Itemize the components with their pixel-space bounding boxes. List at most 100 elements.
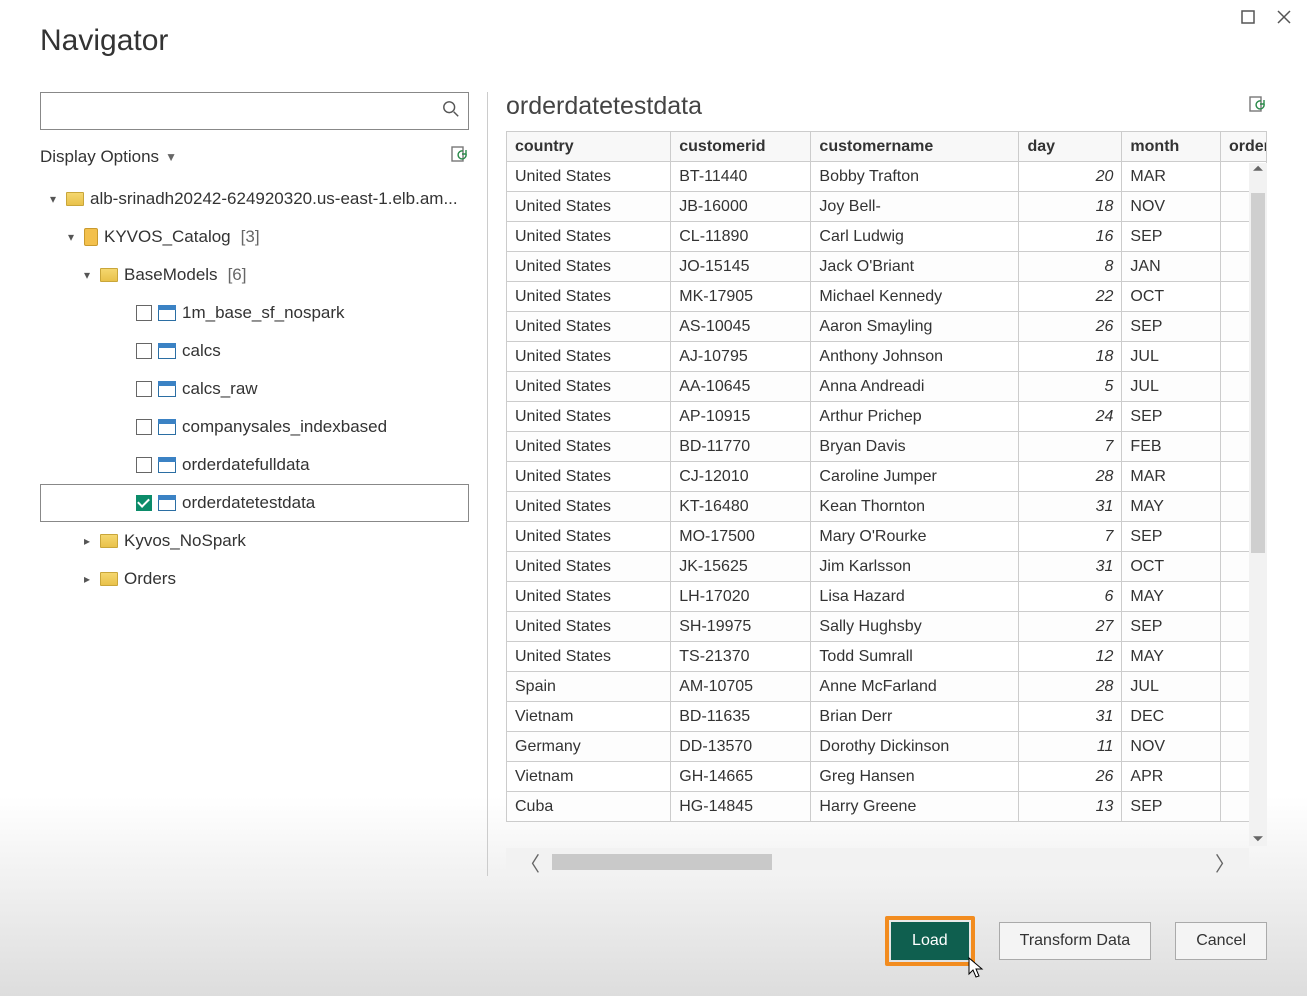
table-row[interactable]: CubaHG-14845Harry Greene13SEP xyxy=(507,792,1267,822)
table-row[interactable]: United StatesLH-17020Lisa Hazard6MAY xyxy=(507,582,1267,612)
table-row[interactable]: VietnamBD-11635Brian Derr31DEC xyxy=(507,702,1267,732)
cell-country: Germany xyxy=(507,732,671,762)
table-row[interactable]: United StatesJO-15145Jack O'Briant8JAN xyxy=(507,252,1267,282)
dialog-footer: Load Transform Data Cancel xyxy=(885,916,1267,966)
tree-leaf-label: calcs xyxy=(182,341,221,361)
horizontal-scrollbar[interactable]: 〈 〉 xyxy=(506,848,1249,876)
cell-country: United States xyxy=(507,462,671,492)
search-icon[interactable] xyxy=(442,100,460,122)
checkbox[interactable] xyxy=(136,495,152,511)
collapse-icon[interactable]: ▾ xyxy=(46,192,60,206)
cell-month: APR xyxy=(1122,762,1221,792)
table-row[interactable]: United StatesJB-16000Joy Bell-18NOV xyxy=(507,192,1267,222)
horizontal-scroll-thumb[interactable] xyxy=(552,854,772,870)
close-icon[interactable] xyxy=(1275,8,1293,26)
display-options-dropdown[interactable]: Display Options ▼ xyxy=(40,147,177,167)
tree-node-catalog[interactable]: ▾ KYVOS_Catalog [3] xyxy=(40,218,469,256)
refresh-tree-icon[interactable] xyxy=(449,145,469,169)
table-row[interactable]: GermanyDD-13570Dorothy Dickinson11NOV xyxy=(507,732,1267,762)
cell-customerid: AS-10045 xyxy=(671,312,811,342)
tree-leaf-table[interactable]: 1m_base_sf_nospark xyxy=(40,294,469,332)
cell-country: United States xyxy=(507,612,671,642)
tree-node-connection[interactable]: ▾ alb-srinadh20242-624920320.us-east-1.e… xyxy=(40,180,469,218)
column-header[interactable]: customerid xyxy=(671,132,811,162)
table-row[interactable]: United StatesCL-11890Carl Ludwig16SEP xyxy=(507,222,1267,252)
expand-icon[interactable]: ▸ xyxy=(80,534,94,548)
tree-leaf-table[interactable]: orderdatetestdata xyxy=(40,484,469,522)
load-button-highlight: Load xyxy=(885,916,975,966)
table-row[interactable]: United StatesJK-15625Jim Karlsson31OCT xyxy=(507,552,1267,582)
table-row[interactable]: United StatesBT-11440Bobby Trafton20MAR xyxy=(507,162,1267,192)
collapse-icon[interactable]: ▾ xyxy=(64,230,78,244)
table-row[interactable]: United StatesMK-17905Michael Kennedy22OC… xyxy=(507,282,1267,312)
maximize-icon[interactable] xyxy=(1239,8,1257,26)
cell-day: 26 xyxy=(1019,312,1122,342)
tree-node-basemodels[interactable]: ▾ BaseModels [6] xyxy=(40,256,469,294)
cell-customername: Michael Kennedy xyxy=(811,282,1019,312)
checkbox[interactable] xyxy=(136,381,152,397)
tree-leaf-table[interactable]: calcs xyxy=(40,332,469,370)
cell-customername: Anne McFarland xyxy=(811,672,1019,702)
scroll-up-icon[interactable]: 🞁 xyxy=(1253,163,1264,181)
vertical-scroll-thumb[interactable] xyxy=(1251,193,1265,553)
load-button[interactable]: Load xyxy=(891,922,969,960)
column-header[interactable]: customername xyxy=(811,132,1019,162)
table-row[interactable]: United StatesAS-10045Aaron Smayling26SEP xyxy=(507,312,1267,342)
cell-month: FEB xyxy=(1122,432,1221,462)
cell-customername: Harry Greene xyxy=(811,792,1019,822)
cell-day: 18 xyxy=(1019,342,1122,372)
table-icon xyxy=(158,457,176,473)
vertical-scrollbar[interactable]: 🞁 🞃 xyxy=(1249,163,1267,846)
tree-node-orders[interactable]: ▸ Orders xyxy=(40,560,469,598)
column-header[interactable]: month xyxy=(1122,132,1221,162)
collapse-icon[interactable]: ▾ xyxy=(80,268,94,282)
checkbox[interactable] xyxy=(136,457,152,473)
refresh-preview-icon[interactable] xyxy=(1247,95,1267,119)
tree-leaf-table[interactable]: calcs_raw xyxy=(40,370,469,408)
cancel-button[interactable]: Cancel xyxy=(1175,922,1267,960)
table-row[interactable]: SpainAM-10705Anne McFarland28JUL xyxy=(507,672,1267,702)
chevron-down-icon: ▼ xyxy=(165,150,177,164)
cell-country: United States xyxy=(507,162,671,192)
cell-day: 6 xyxy=(1019,582,1122,612)
tree-node-nospark[interactable]: ▸ Kyvos_NoSpark xyxy=(40,522,469,560)
table-icon xyxy=(158,305,176,321)
tree-label: BaseModels xyxy=(124,265,218,285)
table-row[interactable]: United StatesAJ-10795Anthony Johnson18JU… xyxy=(507,342,1267,372)
checkbox[interactable] xyxy=(136,343,152,359)
table-row[interactable]: United StatesKT-16480Kean Thornton31MAY xyxy=(507,492,1267,522)
scroll-down-icon[interactable]: 🞃 xyxy=(1253,828,1264,846)
cell-month: JUL xyxy=(1122,372,1221,402)
table-row[interactable]: United StatesMO-17500Mary O'Rourke7SEP xyxy=(507,522,1267,552)
table-row[interactable]: United StatesBD-11770Bryan Davis7FEB xyxy=(507,432,1267,462)
scroll-right-icon[interactable]: 〉 xyxy=(1215,848,1235,877)
checkbox[interactable] xyxy=(136,305,152,321)
expand-icon[interactable]: ▸ xyxy=(80,572,94,586)
cell-customerid: CL-11890 xyxy=(671,222,811,252)
table-row[interactable]: United StatesSH-19975Sally Hughsby27SEP xyxy=(507,612,1267,642)
cell-day: 12 xyxy=(1019,642,1122,672)
table-row[interactable]: United StatesTS-21370Todd Sumrall12MAY xyxy=(507,642,1267,672)
cell-month: MAR xyxy=(1122,162,1221,192)
tree-leaf-table[interactable]: companysales_indexbased xyxy=(40,408,469,446)
table-row[interactable]: United StatesAA-10645Anna Andreadi5JUL xyxy=(507,372,1267,402)
cell-month: OCT xyxy=(1122,552,1221,582)
table-row[interactable]: VietnamGH-14665Greg Hansen26APR xyxy=(507,762,1267,792)
table-row[interactable]: United StatesCJ-12010Caroline Jumper28MA… xyxy=(507,462,1267,492)
column-header[interactable]: day xyxy=(1019,132,1122,162)
checkbox[interactable] xyxy=(136,419,152,435)
search-input[interactable] xyxy=(41,93,468,129)
cell-day: 26 xyxy=(1019,762,1122,792)
database-icon xyxy=(84,228,98,246)
cell-customername: Jim Karlsson xyxy=(811,552,1019,582)
column-header[interactable]: order xyxy=(1220,132,1266,162)
tree-leaf-table[interactable]: orderdatefulldata xyxy=(40,446,469,484)
cell-day: 18 xyxy=(1019,192,1122,222)
column-header[interactable]: country xyxy=(507,132,671,162)
transform-data-button[interactable]: Transform Data xyxy=(999,922,1152,960)
cell-customerid: AP-10915 xyxy=(671,402,811,432)
folder-icon xyxy=(100,268,118,282)
scroll-left-icon[interactable]: 〈 xyxy=(520,848,540,877)
tree-leaf-label: companysales_indexbased xyxy=(182,417,387,437)
table-row[interactable]: United StatesAP-10915Arthur Prichep24SEP xyxy=(507,402,1267,432)
